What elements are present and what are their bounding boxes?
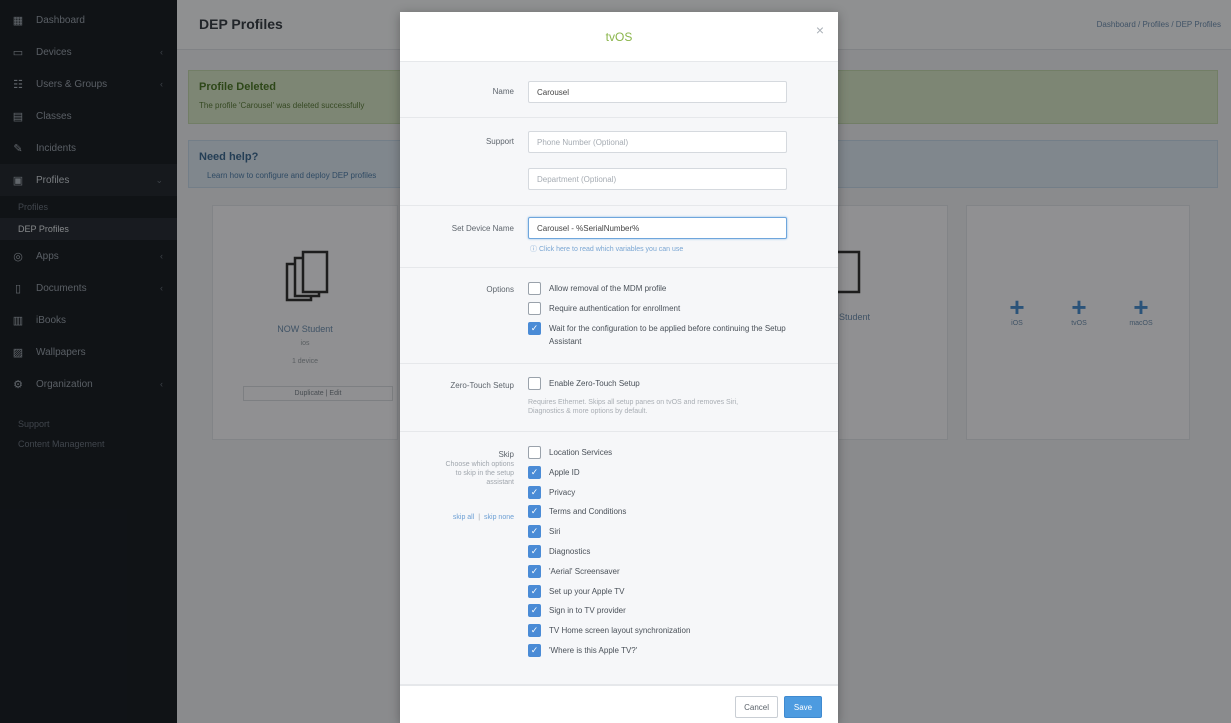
option-option[interactable]: Require authentication for enrollment	[528, 302, 680, 315]
dialog-header: tvOS ×	[400, 12, 838, 62]
name-input[interactable]	[528, 81, 787, 103]
skip-item-checkbox[interactable]: ✓	[528, 584, 541, 598]
skip-separator: |	[478, 514, 481, 521]
option-option[interactable]: ✓ Wait for the configuration to be applie…	[528, 322, 789, 348]
skip-section: Skip Choose which options to skip in the…	[400, 432, 838, 685]
skip-item-checkbox[interactable]: ✓	[528, 465, 541, 479]
skip-all-link[interactable]: skip all	[453, 514, 474, 521]
skip-item-option[interactable]: ✓ Siri	[528, 525, 561, 539]
phone-number-input[interactable]	[528, 131, 787, 153]
option-option[interactable]: Allow removal of the MDM profile	[528, 282, 666, 295]
save-button[interactable]: Save	[784, 696, 822, 718]
skip-item-checkbox[interactable]: ✓	[528, 485, 541, 499]
dialog-footer: Cancel Save	[400, 685, 838, 723]
skip-links: skip all | skip none	[453, 514, 514, 521]
option-checkbox[interactable]	[528, 302, 541, 315]
support-section: Support	[400, 118, 838, 206]
skip-item-option[interactable]: ✓ Privacy	[528, 485, 575, 499]
dialog-title: tvOS	[605, 30, 633, 44]
options-label: Options	[486, 285, 514, 294]
close-icon[interactable]: ×	[816, 22, 824, 38]
skip-note: Choose which options to skip in the setu…	[445, 461, 515, 486]
skip-label: Skip	[498, 450, 514, 459]
tvos-profile-dialog: tvOS × Name Support Set Device Name ⓘ Cl…	[400, 12, 838, 723]
skip-none-link[interactable]: skip none	[484, 514, 514, 521]
skip-item-option[interactable]: ✓ Diagnostics	[528, 545, 590, 558]
skip-item-checkbox[interactable]: ✓	[528, 505, 541, 519]
zero-touch-option[interactable]: Enable Zero-Touch Setup	[528, 377, 640, 390]
device-name-input[interactable]	[528, 217, 787, 239]
skip-item-checkbox[interactable]: ✓	[528, 525, 541, 539]
option-checkbox[interactable]: ✓	[528, 322, 541, 335]
options-section: Options Allow removal of the MDM profile…	[400, 268, 838, 364]
option-checkbox[interactable]	[528, 282, 541, 295]
skip-item-checkbox[interactable]: ✓	[528, 545, 541, 558]
skip-item-checkbox[interactable]: ✓	[528, 644, 541, 657]
name-label: Name	[492, 87, 514, 96]
zero-touch-section: Zero-Touch Setup Enable Zero-Touch Setup…	[400, 364, 838, 432]
skip-item-checkbox[interactable]: ✓	[528, 624, 541, 638]
device-name-variables-link[interactable]: ⓘ Click here to read which variables you…	[530, 244, 683, 254]
zero-touch-label: Zero-Touch Setup	[450, 381, 514, 390]
device-name-label: Set Device Name	[451, 224, 514, 233]
skip-item-option[interactable]: Location Services	[528, 446, 612, 459]
skip-item-option[interactable]: ✓ Sign in to TV provider	[528, 604, 626, 618]
cancel-button[interactable]: Cancel	[735, 696, 778, 718]
zero-touch-hint: Requires Ethernet. Skips all setup panes…	[528, 399, 739, 415]
skip-item-option[interactable]: ✓ Set up your Apple TV	[528, 584, 624, 598]
skip-item-checkbox[interactable]: ✓	[528, 564, 541, 578]
department-input[interactable]	[528, 168, 787, 190]
zero-touch-checkbox[interactable]	[528, 377, 541, 390]
name-section: Name	[400, 62, 838, 118]
skip-item-checkbox[interactable]: ✓	[528, 604, 541, 618]
skip-item-option[interactable]: ✓ 'Where is this Apple TV?'	[528, 644, 637, 657]
skip-item-option[interactable]: ✓ TV Home screen layout synchronization	[528, 624, 690, 638]
skip-item-option[interactable]: ✓ Terms and Conditions	[528, 505, 626, 519]
support-label: Support	[485, 137, 514, 146]
info-icon: ⓘ	[530, 246, 539, 253]
skip-item-checkbox[interactable]	[528, 446, 541, 459]
skip-item-option[interactable]: ✓ 'Aerial' Screensaver	[528, 564, 620, 578]
device-name-section: Set Device Name ⓘ Click here to read whi…	[400, 206, 838, 268]
skip-item-option[interactable]: ✓ Apple ID	[528, 465, 580, 479]
